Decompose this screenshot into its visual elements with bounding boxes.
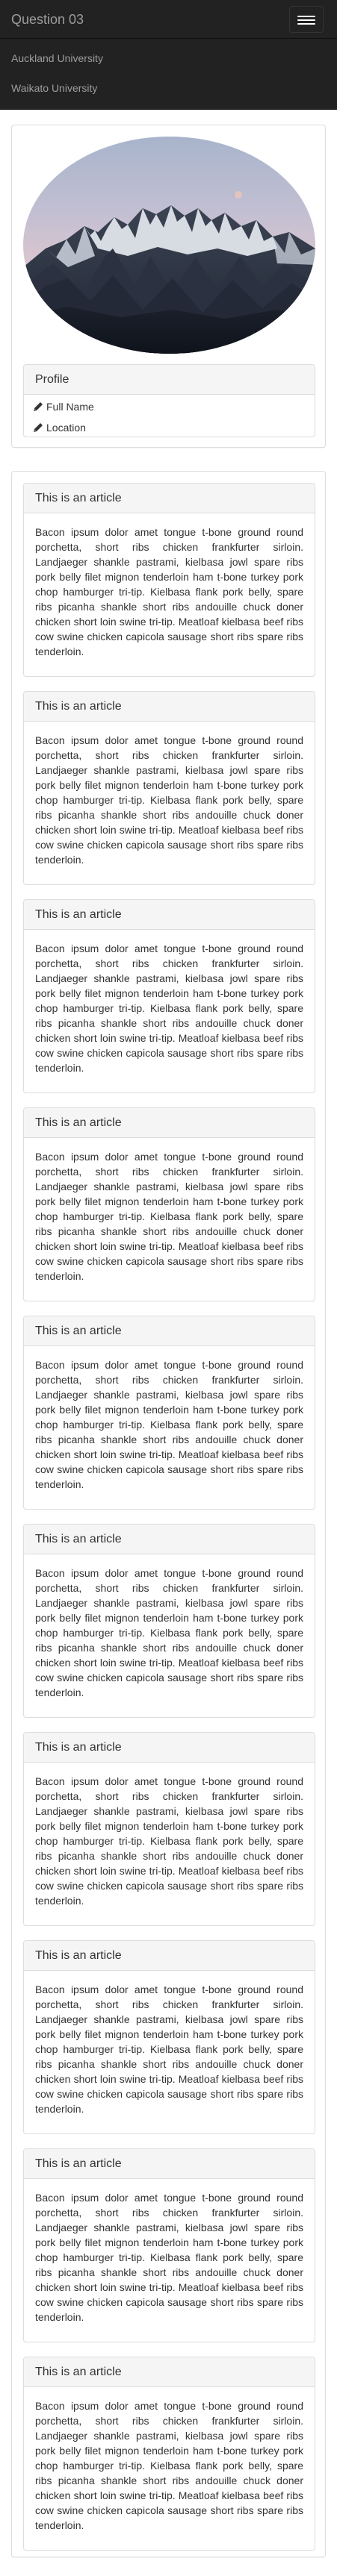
article-card: This is an article Bacon ipsum dolor amet… [23, 691, 315, 885]
article-card: This is an article Bacon ipsum dolor amet… [23, 1107, 315, 1301]
article-title: This is an article [24, 2357, 315, 2387]
article-card: This is an article Bacon ipsum dolor amet… [23, 1316, 315, 1510]
article-card: This is an article Bacon ipsum dolor amet… [23, 1732, 315, 1926]
top-navbar: Question 03 Auckland University Waikato … [0, 0, 337, 110]
navbar-divider [0, 38, 337, 39]
article-body: Bacon ipsum dolor amet tongue t-bone gro… [35, 2192, 303, 2323]
article-card: This is an article Bacon ipsum dolor amet… [23, 2357, 315, 2551]
hamburger-icon [297, 16, 315, 17]
article-card: This is an article Bacon ipsum dolor amet… [23, 899, 315, 1093]
article-body: Bacon ipsum dolor amet tongue t-bone gro… [35, 1567, 303, 1698]
article-title: This is an article [24, 692, 315, 722]
article-title: This is an article [24, 1525, 315, 1554]
profile-field-label: Full Name [46, 401, 94, 413]
mountain-image [23, 137, 315, 354]
article-body: Bacon ipsum dolor amet tongue t-bone gro… [35, 942, 303, 1074]
profile-box: Profile Full Name Location [23, 364, 315, 437]
nav-link-waikato[interactable]: Waikato University [11, 81, 97, 96]
article-card: This is an article Bacon ipsum dolor amet… [23, 1940, 315, 2134]
profile-field-location[interactable]: Location [24, 417, 315, 437]
article-title: This is an article [24, 484, 315, 513]
article-body: Bacon ipsum dolor amet tongue t-bone gro… [35, 734, 303, 866]
nav-link-auckland[interactable]: Auckland University [11, 51, 103, 66]
profile-card: Profile Full Name Location [11, 125, 326, 448]
profile-heading: Profile [24, 365, 315, 395]
article-card: This is an article Bacon ipsum dolor amet… [23, 1524, 315, 1718]
article-card: This is an article Bacon ipsum dolor amet… [23, 2148, 315, 2342]
article-card: This is an article Bacon ipsum dolor amet… [23, 483, 315, 677]
navbar-toggle-button[interactable] [289, 6, 324, 33]
pencil-icon [34, 423, 43, 432]
article-title: This is an article [24, 1941, 315, 1971]
article-title: This is an article [24, 1316, 315, 1346]
article-title: This is an article [24, 1733, 315, 1763]
navbar-brand[interactable]: Question 03 [11, 8, 84, 31]
article-body: Bacon ipsum dolor amet tongue t-bone gro… [35, 1151, 303, 1282]
article-body: Bacon ipsum dolor amet tongue t-bone gro… [35, 1983, 303, 2115]
article-title: This is an article [24, 1108, 315, 1138]
pencil-icon [34, 402, 43, 411]
article-body: Bacon ipsum dolor amet tongue t-bone gro… [35, 1359, 303, 1490]
article-title: This is an article [24, 900, 315, 930]
article-body: Bacon ipsum dolor amet tongue t-bone gro… [35, 526, 303, 657]
article-title: This is an article [24, 2149, 315, 2179]
articles-panel: This is an article Bacon ipsum dolor amet… [11, 471, 326, 2557]
profile-field-full-name[interactable]: Full Name [24, 396, 315, 417]
article-body: Bacon ipsum dolor amet tongue t-bone gro… [35, 1775, 303, 1907]
profile-field-label: Location [46, 422, 86, 434]
article-body: Bacon ipsum dolor amet tongue t-bone gro… [35, 2400, 303, 2531]
profile-photo [23, 137, 315, 354]
